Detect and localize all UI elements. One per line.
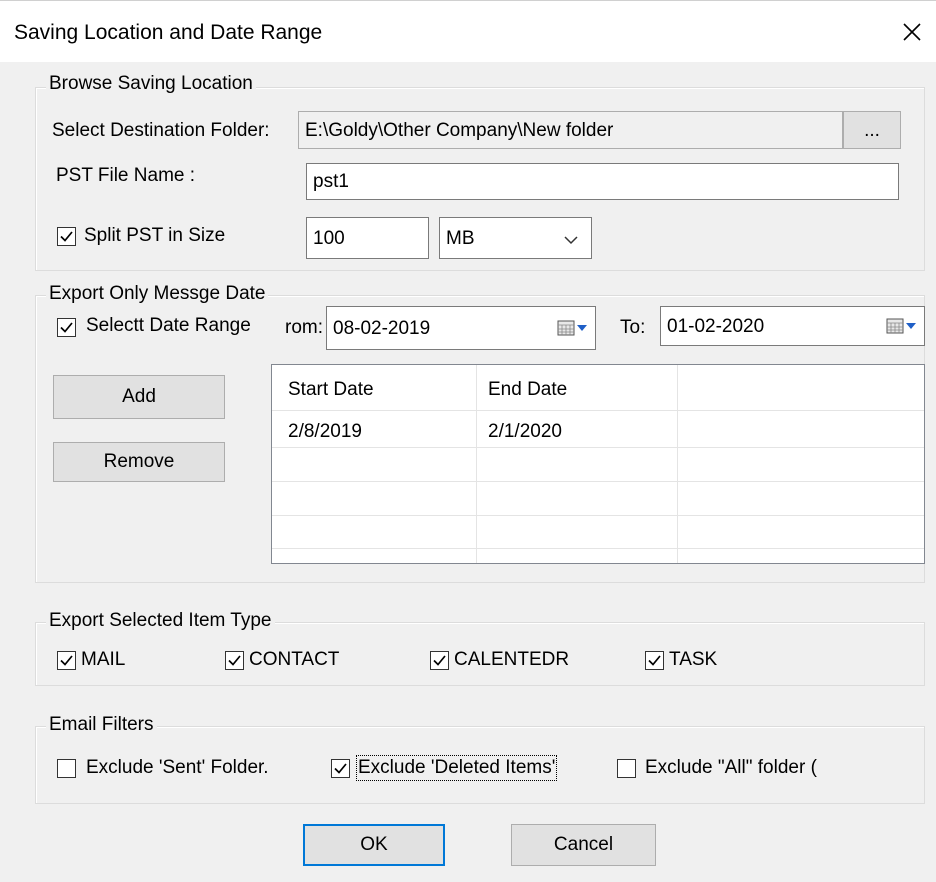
task-label: TASK: [669, 649, 718, 670]
date-group-legend: Export Only Messge Date: [46, 283, 269, 305]
date-range-label: Selectt Date Range: [86, 315, 251, 336]
table-row-start-cell[interactable]: 2/8/2019: [288, 421, 362, 443]
exclude-deleted-label: Exclude 'Deleted Items': [355, 755, 558, 781]
to-date-picker[interactable]: 01-02-2020: [660, 306, 925, 346]
browse-group-legend: Browse Saving Location: [46, 73, 256, 95]
to-label: To:: [620, 317, 646, 338]
size-unit-select[interactable]: MB: [439, 217, 592, 259]
chevron-down-icon: [563, 231, 579, 250]
mail-label: MAIL: [81, 649, 126, 670]
from-date-picker[interactable]: 08-02-2019: [326, 306, 596, 350]
column-header-end-date[interactable]: End Date: [488, 379, 567, 401]
exclude-sent-checkbox[interactable]: [57, 759, 76, 778]
exclude-all-checkbox[interactable]: [617, 759, 636, 778]
to-date-value: 01-02-2020: [667, 315, 765, 337]
calendar-icon[interactable]: [886, 317, 918, 339]
from-label: rom:: [285, 317, 323, 338]
contact-checkbox[interactable]: [225, 651, 244, 670]
item-type-legend: Export Selected Item Type: [46, 610, 275, 632]
add-date-range-button[interactable]: Add: [53, 375, 225, 419]
email-filters-legend: Email Filters: [46, 714, 157, 736]
from-date-value: 08-02-2019: [333, 317, 431, 339]
pst-file-name-input[interactable]: pst1: [306, 163, 899, 200]
date-range-table[interactable]: Start Date End Date 2/8/2019 2/1/2020: [271, 364, 925, 564]
column-header-start-date[interactable]: Start Date: [288, 379, 374, 401]
size-unit-value: MB: [446, 227, 475, 249]
exclude-all-label: Exclude "All" folder (: [645, 757, 817, 778]
exclude-sent-label: Exclude 'Sent' Folder.: [86, 757, 269, 778]
exclude-deleted-checkbox[interactable]: [331, 759, 350, 778]
close-icon[interactable]: [897, 17, 927, 47]
window-title: Saving Location and Date Range: [14, 21, 323, 44]
split-pst-checkbox[interactable]: [57, 227, 76, 246]
remove-date-range-button[interactable]: Remove: [53, 442, 225, 482]
calendar-checkbox[interactable]: [430, 651, 449, 670]
task-checkbox[interactable]: [645, 651, 664, 670]
pst-file-name-label: PST File Name :: [56, 165, 196, 186]
destination-folder-label: Select Destination Folder:: [52, 120, 270, 141]
calendar-label: CALENTEDR: [454, 649, 570, 670]
split-size-input[interactable]: 100: [306, 217, 429, 259]
title-bar: Saving Location and Date Range: [0, 0, 936, 63]
split-pst-label: Split PST in Size: [84, 225, 226, 246]
destination-folder-input[interactable]: E:\Goldy\Other Company\New folder: [298, 111, 843, 149]
contact-label: CONTACT: [249, 649, 340, 670]
mail-checkbox[interactable]: [57, 651, 76, 670]
calendar-icon[interactable]: [557, 319, 589, 341]
table-row-end-cell[interactable]: 2/1/2020: [488, 421, 562, 443]
ok-button[interactable]: OK: [303, 824, 445, 866]
cancel-button[interactable]: Cancel: [511, 824, 656, 866]
date-range-checkbox[interactable]: [57, 318, 76, 337]
browse-folder-button[interactable]: ...: [843, 111, 901, 149]
